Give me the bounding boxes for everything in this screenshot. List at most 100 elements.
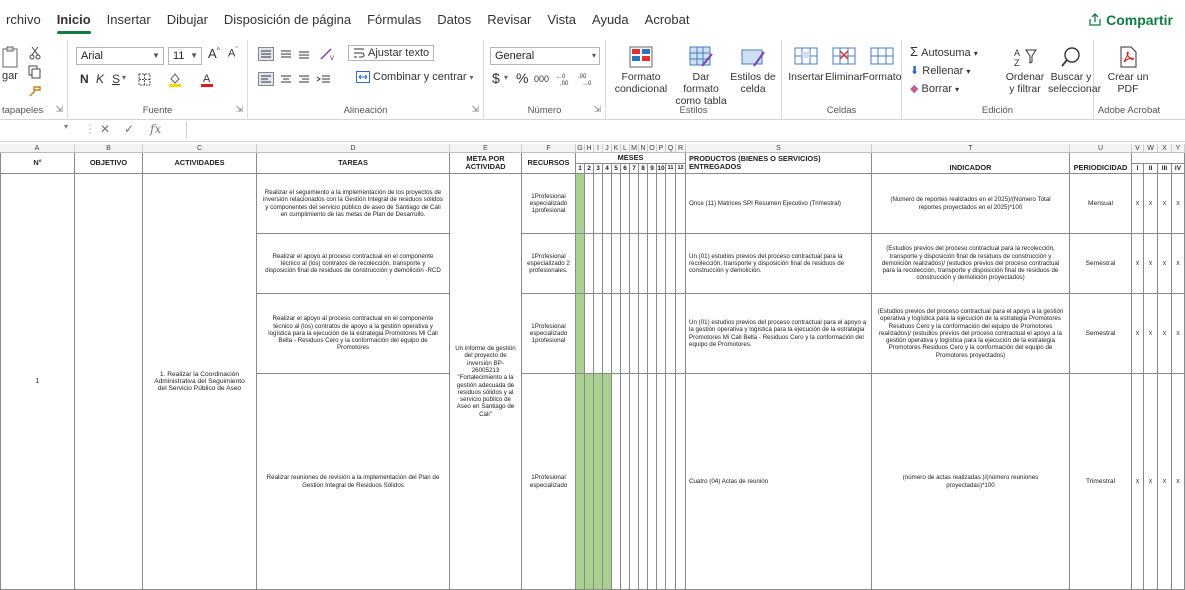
italic-button[interactable]: K bbox=[96, 72, 104, 86]
periodicidad-cell[interactable]: Semestral bbox=[1070, 294, 1132, 374]
cut-icon[interactable] bbox=[28, 46, 42, 60]
column-header-o[interactable]: O bbox=[648, 144, 657, 153]
function-icon[interactable]: fx bbox=[150, 122, 161, 136]
shrink-font-icon[interactable]: Aˇ bbox=[228, 47, 238, 60]
confirm-icon[interactable]: ✓ bbox=[124, 122, 134, 136]
column-header-l[interactable]: L bbox=[621, 144, 630, 153]
month-cell[interactable] bbox=[603, 174, 612, 234]
month-cell[interactable] bbox=[585, 374, 594, 590]
month-cell[interactable] bbox=[666, 234, 676, 294]
merge-center-button[interactable]: Combinar y centrar ▾ bbox=[356, 71, 474, 83]
quarter-mark-cell[interactable]: x bbox=[1132, 294, 1144, 374]
find-select-button[interactable]: Buscar y seleccionar bbox=[1048, 46, 1101, 95]
month-cell[interactable] bbox=[585, 294, 594, 374]
column-header-e[interactable]: E bbox=[450, 144, 522, 153]
font-color-icon[interactable]: A bbox=[200, 71, 214, 87]
column-header-g[interactable]: G bbox=[576, 144, 585, 153]
quarter-mark-cell[interactable]: x bbox=[1144, 174, 1158, 234]
thousands-button[interactable]: 000 bbox=[534, 74, 549, 84]
month-cell[interactable] bbox=[630, 234, 639, 294]
column-header-r[interactable]: R bbox=[676, 144, 686, 153]
month-cell[interactable] bbox=[648, 234, 657, 294]
conditional-format-button[interactable]: Formato condicional bbox=[610, 46, 672, 95]
month-cell[interactable] bbox=[666, 294, 676, 374]
column-header-h[interactable]: H bbox=[585, 144, 594, 153]
wrap-text-button[interactable]: Ajustar texto bbox=[348, 45, 435, 61]
periodicidad-cell[interactable]: Trimestral bbox=[1070, 374, 1132, 590]
month-cell[interactable] bbox=[612, 174, 621, 234]
chevron-down-icon[interactable]: ▾ bbox=[64, 122, 68, 131]
column-header-a[interactable]: A bbox=[0, 144, 75, 153]
month-cell[interactable] bbox=[621, 234, 630, 294]
month-cell[interactable] bbox=[676, 174, 686, 234]
month-cell[interactable] bbox=[666, 374, 676, 590]
tarea-cell[interactable]: Realizar el apoyo al proceso contractual… bbox=[257, 294, 450, 374]
alignment-launcher-icon[interactable]: ⇲ bbox=[471, 104, 479, 115]
periodicidad-cell[interactable]: Semestral bbox=[1070, 234, 1132, 294]
month-cell[interactable] bbox=[657, 174, 666, 234]
month-cell[interactable] bbox=[666, 174, 676, 234]
month-cell[interactable] bbox=[576, 174, 585, 234]
periodicidad-cell[interactable]: Mensual bbox=[1070, 174, 1132, 234]
quarter-mark-cell[interactable]: x bbox=[1158, 374, 1172, 590]
recursos-cell[interactable]: 1Profesional especializado 1profesional bbox=[522, 294, 576, 374]
fill-color-icon[interactable] bbox=[168, 71, 182, 87]
column-header-p[interactable]: P bbox=[657, 144, 666, 153]
month-cell[interactable] bbox=[603, 234, 612, 294]
tab-datos[interactable]: Datos bbox=[431, 0, 481, 40]
producto-cell[interactable]: Un (01) estudios previos del proceso con… bbox=[686, 294, 872, 374]
tab-archivo[interactable]: rchivo bbox=[0, 0, 51, 40]
month-cell[interactable] bbox=[603, 294, 612, 374]
month-cell[interactable] bbox=[648, 294, 657, 374]
percent-button[interactable]: % bbox=[516, 70, 528, 86]
month-cell[interactable] bbox=[594, 174, 603, 234]
month-cell[interactable] bbox=[585, 174, 594, 234]
cell-styles-button[interactable]: Estilos de celda bbox=[728, 46, 778, 95]
month-cell[interactable] bbox=[676, 234, 686, 294]
column-header-j[interactable]: J bbox=[603, 144, 612, 153]
indicador-cell[interactable]: (Estudios previos del proceso contractua… bbox=[872, 234, 1070, 294]
font-size-combo[interactable]: 11 ▼ bbox=[168, 47, 202, 65]
month-cell[interactable] bbox=[648, 174, 657, 234]
actividad-cell[interactable]: 1. Realizar la Coordinación Administrati… bbox=[143, 174, 257, 590]
fill-button[interactable]: ⬇ Rellenar ▾ bbox=[910, 64, 970, 77]
month-cell[interactable] bbox=[639, 294, 648, 374]
month-cell[interactable] bbox=[648, 374, 657, 590]
month-cell[interactable] bbox=[630, 374, 639, 590]
tab-vista[interactable]: Vista bbox=[541, 0, 586, 40]
month-cell[interactable] bbox=[676, 294, 686, 374]
month-cell[interactable] bbox=[576, 234, 585, 294]
column-header-f[interactable]: F bbox=[522, 144, 576, 153]
grow-font-icon[interactable]: A^ bbox=[208, 46, 220, 61]
column-header-s[interactable]: S bbox=[686, 144, 872, 153]
recursos-cell[interactable]: 1Profesional especializado 1profesional bbox=[522, 174, 576, 234]
month-cell[interactable] bbox=[612, 234, 621, 294]
recursos-cell[interactable]: 1Profesional especializado bbox=[522, 374, 576, 590]
align-middle-icon[interactable] bbox=[278, 47, 294, 61]
column-header-m[interactable]: M bbox=[630, 144, 639, 153]
increase-decimal-icon[interactable]: ←0,00 bbox=[556, 71, 574, 87]
tab-dibujar[interactable]: Dibujar bbox=[161, 0, 218, 40]
indicador-cell[interactable]: (Estudios previos del proceso contractua… bbox=[872, 294, 1070, 374]
column-header-d[interactable]: D bbox=[257, 144, 450, 153]
create-pdf-button[interactable]: Crear un PDF bbox=[1100, 46, 1156, 95]
chevron-down-icon[interactable]: ▾ bbox=[122, 73, 126, 82]
currency-button[interactable]: $ bbox=[492, 70, 500, 86]
font-name-combo[interactable]: Arial ▼ bbox=[76, 47, 164, 65]
month-cell[interactable] bbox=[594, 294, 603, 374]
column-header-v[interactable]: V bbox=[1132, 144, 1144, 153]
producto-cell[interactable]: Cuatro (04) Actas de reunión bbox=[686, 374, 872, 590]
month-cell[interactable] bbox=[621, 374, 630, 590]
row-number-cell[interactable]: 1 bbox=[0, 174, 75, 590]
month-cell[interactable] bbox=[621, 174, 630, 234]
tarea-cell[interactable]: Realizar reuniones de revisión a la impl… bbox=[257, 374, 450, 590]
align-right-icon[interactable] bbox=[296, 72, 312, 86]
column-header-c[interactable]: C bbox=[143, 144, 257, 153]
paste-icon[interactable] bbox=[2, 46, 20, 68]
number-format-combo[interactable]: General ▾ bbox=[490, 47, 600, 65]
month-cell[interactable] bbox=[639, 374, 648, 590]
insert-cells-button[interactable]: Insertar bbox=[786, 46, 826, 83]
producto-cell[interactable]: Un (01) estudios previos del proceso con… bbox=[686, 234, 872, 294]
bold-button[interactable]: N bbox=[80, 72, 89, 86]
month-cell[interactable] bbox=[621, 294, 630, 374]
